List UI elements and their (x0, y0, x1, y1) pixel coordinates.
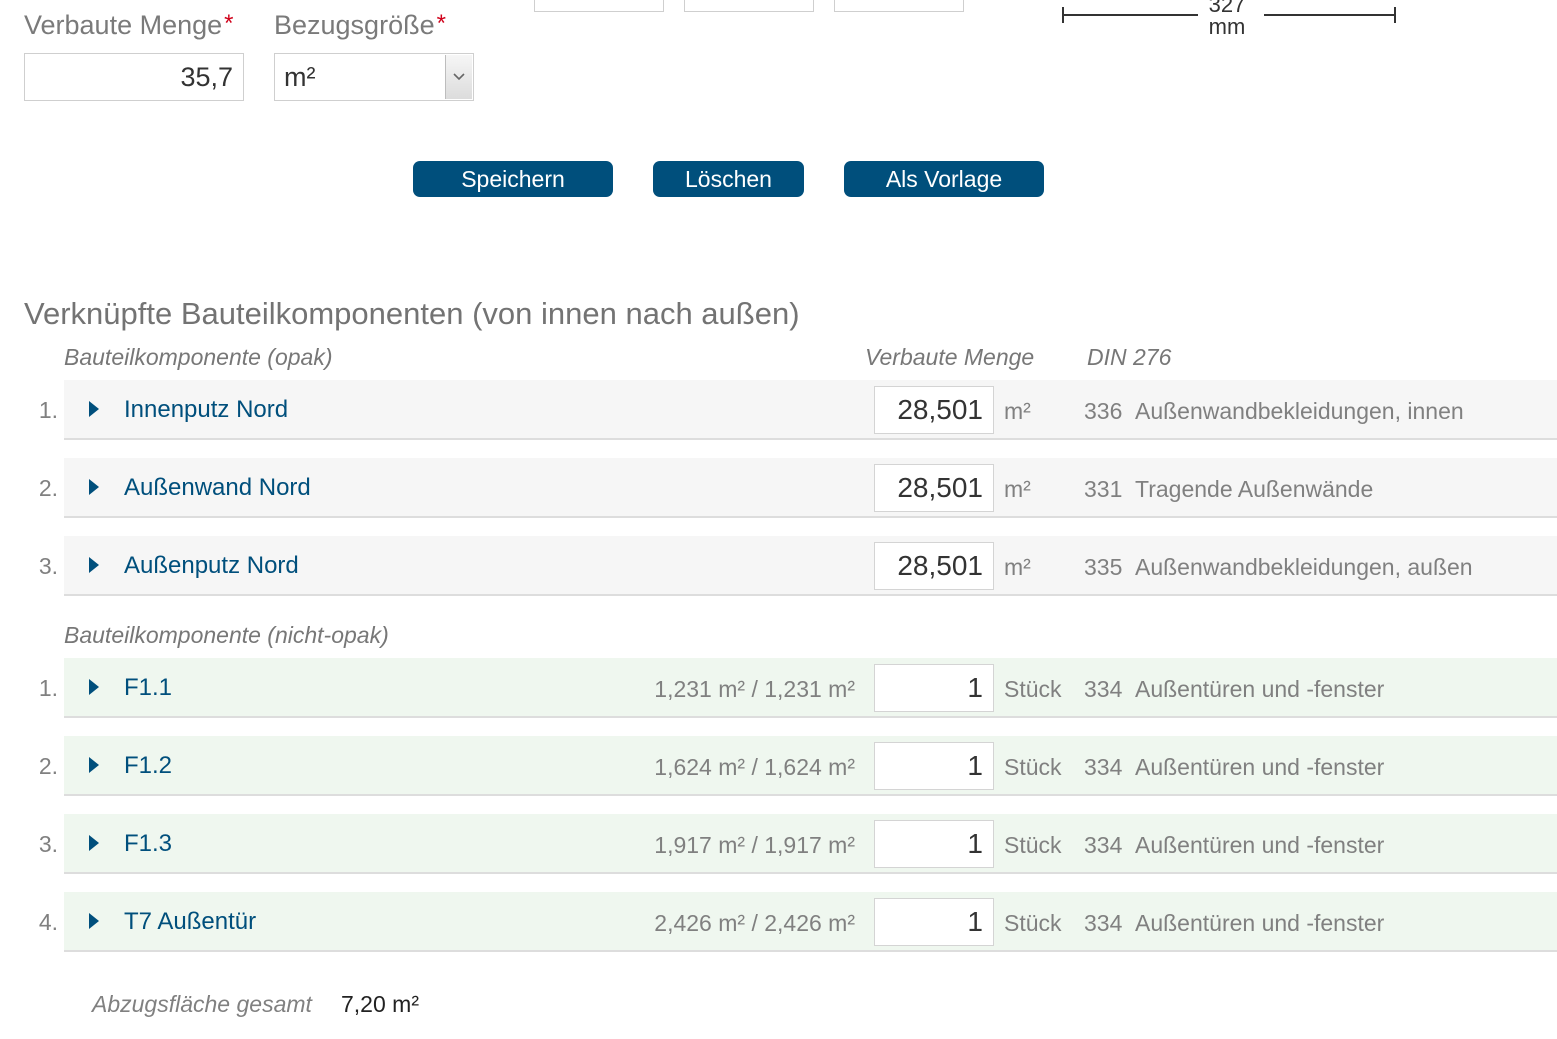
component-quantity-input[interactable]: 28,501 (874, 386, 994, 434)
quantity-label-text: Verbaute Menge (24, 10, 223, 40)
reference-unit-select[interactable]: m² (274, 53, 474, 101)
deduction-total-label: Abzugsfläche gesamt (92, 991, 312, 1017)
reference-unit-value: m² (284, 62, 316, 92)
delete-button[interactable]: Löschen (653, 161, 804, 197)
section-title: Verknüpfte Bauteilkomponenten (von innen… (24, 296, 800, 331)
component-quantity-input[interactable]: 1 (874, 664, 994, 712)
caret-right-icon[interactable] (89, 913, 99, 929)
component-unit: m² (1004, 476, 1031, 502)
dimension-line-end (1394, 7, 1396, 23)
caret-right-icon[interactable] (89, 679, 99, 695)
component-link[interactable]: Außenputz Nord (124, 552, 299, 580)
row-index: 1. (38, 675, 58, 701)
din-code: 334 (1084, 910, 1123, 936)
caret-right-icon[interactable] (89, 557, 99, 573)
required-marker: * (436, 10, 446, 37)
row-index: 2. (38, 753, 58, 779)
component-quantity-input[interactable]: 1 (874, 898, 994, 946)
din-name: Außentüren und -fenster (1135, 676, 1385, 702)
caret-right-icon[interactable] (89, 835, 99, 851)
component-unit: m² (1004, 554, 1031, 580)
save-button[interactable]: Speichern (413, 161, 613, 197)
component-link[interactable]: F1.3 (124, 830, 172, 858)
component-area: 1,231 m² / 1,231 m² (654, 676, 855, 702)
caret-right-icon[interactable] (89, 757, 99, 773)
row-index: 4. (38, 909, 58, 935)
dimension-unit: mm (1208, 14, 1246, 39)
component-quantity-input[interactable]: 1 (874, 742, 994, 790)
din-code: 336 (1084, 398, 1123, 424)
column-header-nicht-opak: Bauteilkomponente (nicht-opak) (64, 622, 389, 648)
row-index: 1. (38, 397, 58, 423)
component-quantity-input[interactable]: 28,501 (874, 464, 994, 512)
row-index: 2. (38, 475, 58, 501)
caret-right-icon[interactable] (89, 479, 99, 495)
component-link[interactable]: Außenwand Nord (124, 474, 311, 502)
chevron-down-icon[interactable] (445, 55, 472, 99)
din-name: Außentüren und -fenster (1135, 910, 1385, 936)
component-quantity-input[interactable]: 28,501 (874, 542, 994, 590)
quantity-input[interactable]: 35,7 (24, 53, 244, 101)
component-link[interactable]: F1.2 (124, 752, 172, 780)
component-unit: Stück (1004, 910, 1062, 936)
din-code: 335 (1084, 554, 1123, 580)
quantity-label: Verbaute Menge* (24, 10, 234, 41)
component-unit: m² (1004, 398, 1031, 424)
component-link[interactable]: F1.1 (124, 674, 172, 702)
din-name: Tragende Außenwände (1135, 476, 1374, 502)
din-code: 331 (1084, 476, 1123, 502)
din-name: Außentüren und -fenster (1135, 754, 1385, 780)
component-link[interactable]: T7 Außentür (124, 908, 256, 936)
save-as-template-button[interactable]: Als Vorlage (844, 161, 1044, 197)
reference-label: Bezugsgröße* (274, 10, 446, 41)
row-index: 3. (38, 831, 58, 857)
caret-right-icon[interactable] (89, 401, 99, 417)
din-name: Außenwandbekleidungen, innen (1135, 398, 1464, 424)
din-code: 334 (1084, 832, 1123, 858)
column-header-quantity: Verbaute Menge (865, 344, 1035, 370)
component-unit: Stück (1004, 754, 1062, 780)
component-link[interactable]: Innenputz Nord (124, 396, 288, 424)
dimension-input-2[interactable] (684, 0, 814, 12)
column-header-opak: Bauteilkomponente (opak) (64, 344, 333, 370)
dimension-input-1[interactable] (534, 0, 664, 12)
row-index: 3. (38, 553, 58, 579)
component-area: 2,426 m² / 2,426 m² (654, 910, 855, 936)
component-unit: Stück (1004, 676, 1062, 702)
din-name: Außenwandbekleidungen, außen (1135, 554, 1473, 580)
component-area: 1,624 m² / 1,624 m² (654, 754, 855, 780)
din-code: 334 (1084, 754, 1123, 780)
din-code: 334 (1084, 676, 1123, 702)
dimension-line-right (1264, 14, 1396, 16)
column-header-din: DIN 276 (1087, 344, 1172, 370)
component-area: 1,917 m² / 1,917 m² (654, 832, 855, 858)
din-name: Außentüren und -fenster (1135, 832, 1385, 858)
component-unit: Stück (1004, 832, 1062, 858)
dimension-input-3[interactable] (834, 0, 964, 12)
reference-label-text: Bezugsgröße (274, 10, 435, 40)
required-marker: * (224, 10, 234, 37)
deduction-total-value: 7,20 m² (341, 991, 419, 1017)
component-quantity-input[interactable]: 1 (874, 820, 994, 868)
dimension-line-left (1063, 14, 1198, 16)
